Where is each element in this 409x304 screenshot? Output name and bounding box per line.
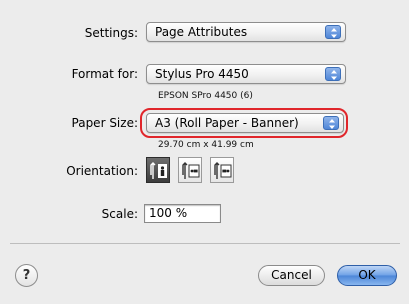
format-for-label: Format for: xyxy=(71,67,138,81)
scale-input[interactable]: 100 % xyxy=(144,204,221,223)
help-button[interactable]: ? xyxy=(15,264,38,287)
ok-button[interactable]: OK xyxy=(337,265,397,286)
scale-label: Scale: xyxy=(101,207,138,221)
orientation-label: Orientation: xyxy=(66,164,138,178)
format-for-value: Stylus Pro 4450 xyxy=(155,67,249,81)
orientation-landscape-left-button[interactable] xyxy=(178,157,202,183)
paper-size-label: Paper Size: xyxy=(71,116,138,130)
page-setup-dialog: Settings: Page Attributes Format for: St… xyxy=(0,0,409,304)
popup-arrows-icon xyxy=(325,25,341,39)
format-for-popup[interactable]: Stylus Pro 4450 xyxy=(146,64,346,84)
paper-size-value: A3 (Roll Paper - Banner) xyxy=(155,116,299,130)
orientation-portrait-button[interactable] xyxy=(146,157,170,183)
settings-value: Page Attributes xyxy=(155,25,248,39)
scale-value: 100 % xyxy=(149,206,188,220)
orientation-landscape-right-button[interactable] xyxy=(210,157,234,183)
divider xyxy=(10,243,400,244)
paper-size-subtext: 29.70 cm x 41.99 cm xyxy=(158,140,254,150)
landscape-left-orientation-icon xyxy=(182,162,200,179)
popup-arrows-icon xyxy=(323,116,339,130)
format-for-subtext: EPSON SPro 4450 (6) xyxy=(158,91,253,101)
popup-arrows-icon xyxy=(325,67,341,81)
cancel-button[interactable]: Cancel xyxy=(258,265,325,286)
landscape-right-orientation-icon xyxy=(214,162,232,179)
settings-popup[interactable]: Page Attributes xyxy=(146,22,346,42)
portrait-orientation-icon xyxy=(150,162,167,179)
settings-label: Settings: xyxy=(84,26,138,40)
paper-size-popup[interactable]: A3 (Roll Paper - Banner) xyxy=(146,113,344,133)
